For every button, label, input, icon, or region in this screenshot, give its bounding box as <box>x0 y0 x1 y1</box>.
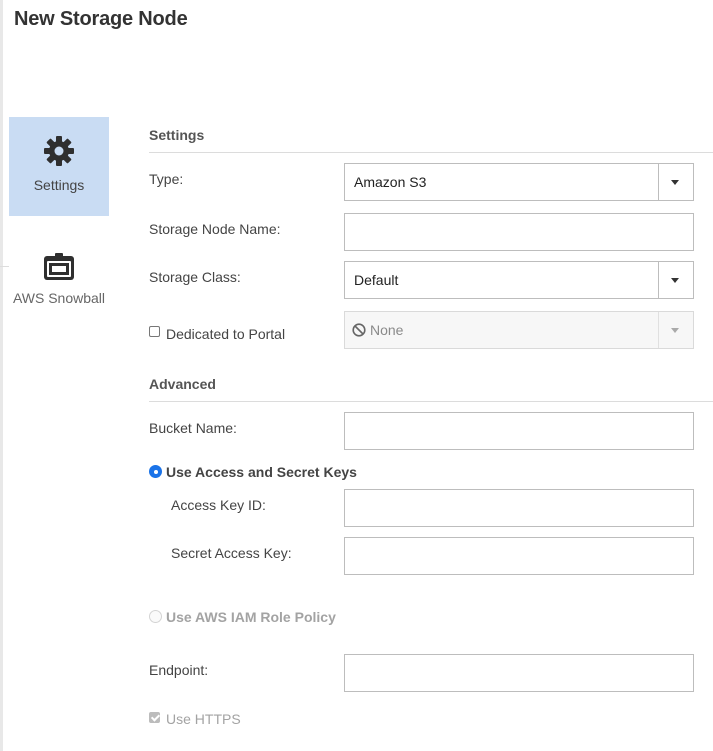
chevron-down-icon <box>671 278 679 283</box>
use-iam-role-label: Use AWS IAM Role Policy <box>166 609 336 625</box>
radio-dot <box>153 469 158 474</box>
dedicated-to-portal-checkbox[interactable] <box>149 326 160 337</box>
settings-section-divider <box>149 152 713 153</box>
storage-class-select[interactable]: Default <box>344 261 694 299</box>
bucket-name-input[interactable] <box>345 413 693 449</box>
endpoint-label: Endpoint: <box>149 662 209 678</box>
advanced-section-divider <box>149 401 713 402</box>
storage-class-label: Storage Class: <box>149 269 241 285</box>
use-https-checkbox <box>149 712 161 723</box>
nav-divider <box>0 266 9 267</box>
storage-node-name-field[interactable] <box>344 213 694 251</box>
secret-access-key-label: Secret Access Key: <box>171 545 292 561</box>
gear-icon <box>44 136 74 166</box>
advanced-section-title: Advanced <box>149 376 216 392</box>
checkmark-icon <box>150 712 161 722</box>
nav-label-settings: Settings <box>33 177 85 193</box>
secret-access-key-field[interactable] <box>344 537 694 575</box>
page-title: New Storage Node <box>14 8 188 30</box>
use-https-label: Use HTTPS <box>166 711 241 727</box>
settings-section-title: Settings <box>149 127 205 143</box>
access-key-id-input[interactable] <box>345 490 693 526</box>
storage-class-select-toggle[interactable] <box>658 262 693 298</box>
use-access-keys-label[interactable]: Use Access and Secret Keys <box>166 464 357 480</box>
bucket-name-label: Bucket Name: <box>149 420 237 436</box>
access-key-id-label: Access Key ID: <box>171 497 266 513</box>
snowball-device-icon <box>44 253 74 280</box>
portal-select: None <box>344 311 694 349</box>
use-access-keys-radio[interactable] <box>149 465 162 478</box>
endpoint-input[interactable] <box>345 655 693 691</box>
portal-select-value: None <box>370 322 404 338</box>
secret-access-key-input[interactable] <box>345 538 693 574</box>
storage-node-name-input[interactable] <box>345 214 693 250</box>
storage-node-name-label: Storage Node Name: <box>149 221 281 237</box>
left-edge-strip <box>0 0 3 751</box>
nav-item-aws-snowball[interactable]: AWS Snowball <box>9 243 109 318</box>
nav-label-aws-snowball: AWS Snowball <box>12 290 106 306</box>
type-select-toggle[interactable] <box>658 164 693 200</box>
dedicated-to-portal-label[interactable]: Dedicated to Portal <box>166 326 285 342</box>
chevron-down-icon <box>671 180 679 185</box>
bucket-name-field[interactable] <box>344 412 694 450</box>
nav-item-settings[interactable]: Settings <box>9 117 109 216</box>
chevron-down-icon <box>671 328 679 333</box>
endpoint-field[interactable] <box>344 654 694 692</box>
prohibited-icon <box>352 323 366 337</box>
type-label: Type: <box>149 171 184 187</box>
storage-class-select-value: Default <box>354 272 399 288</box>
use-iam-role-radio <box>149 610 162 623</box>
type-select-value: Amazon S3 <box>354 174 427 190</box>
portal-select-toggle <box>658 312 693 348</box>
access-key-id-field[interactable] <box>344 489 694 527</box>
type-select[interactable]: Amazon S3 <box>344 163 694 201</box>
